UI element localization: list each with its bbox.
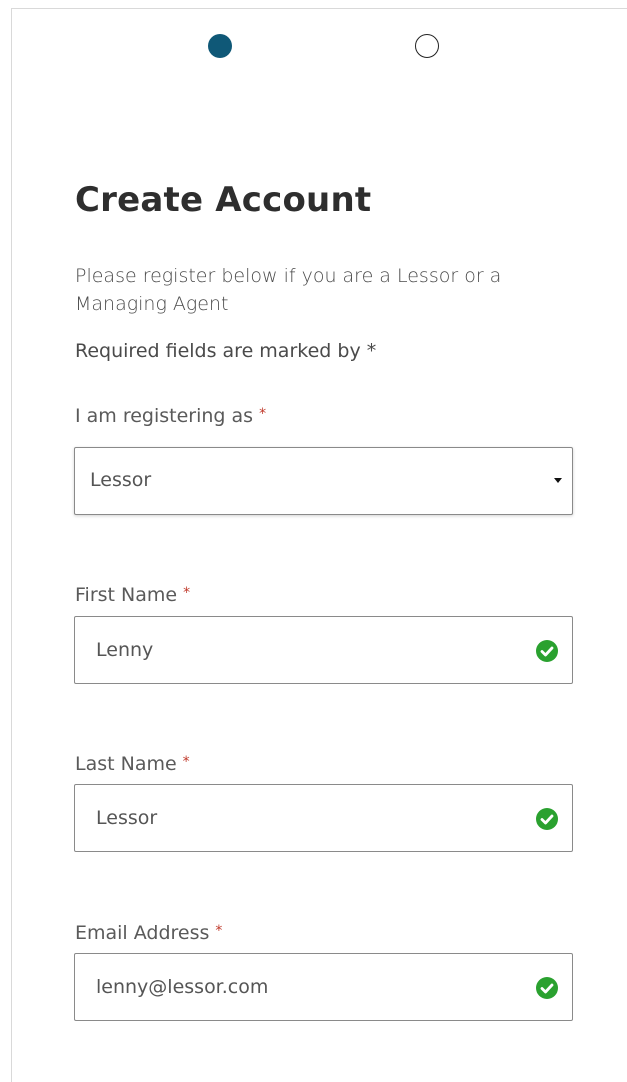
email-input[interactable]: lenny@lessor.com [74, 953, 573, 1021]
registering-as-label-text: I am registering as [75, 405, 254, 427]
required-asterisk: * [183, 585, 191, 601]
first-name-label: First Name * [75, 584, 190, 606]
last-name-value: Lessor [96, 807, 158, 829]
required-asterisk: * [182, 754, 190, 770]
registering-as-value: Lessor [90, 469, 152, 491]
registering-as-label: I am registering as * [75, 405, 266, 427]
check-circle-icon [536, 977, 558, 999]
form-panel [11, 8, 627, 1082]
first-name-value: Lenny [96, 639, 154, 661]
registering-as-select[interactable]: Lessor [74, 447, 573, 515]
intro-text: Please register below if you are a Lesso… [75, 265, 502, 315]
email-label: Email Address * [75, 922, 222, 944]
check-circle-icon [536, 640, 558, 662]
last-name-label: Last Name * [75, 753, 190, 775]
required-asterisk: * [259, 406, 267, 422]
caret-down-icon [554, 478, 562, 483]
required-asterisk: * [215, 923, 223, 939]
check-circle-icon [536, 808, 558, 830]
email-value: lenny@lessor.com [96, 976, 269, 998]
step-indicator-2 [415, 34, 439, 58]
required-note: Required fields are marked by * [75, 340, 377, 362]
last-name-label-text: Last Name [75, 753, 177, 775]
last-name-input[interactable]: Lessor [74, 784, 573, 852]
email-label-text: Email Address [75, 922, 210, 944]
step-indicator-1 [208, 34, 232, 58]
page-title: Create Account [75, 180, 372, 220]
first-name-input[interactable]: Lenny [74, 616, 573, 684]
first-name-label-text: First Name [75, 584, 178, 606]
